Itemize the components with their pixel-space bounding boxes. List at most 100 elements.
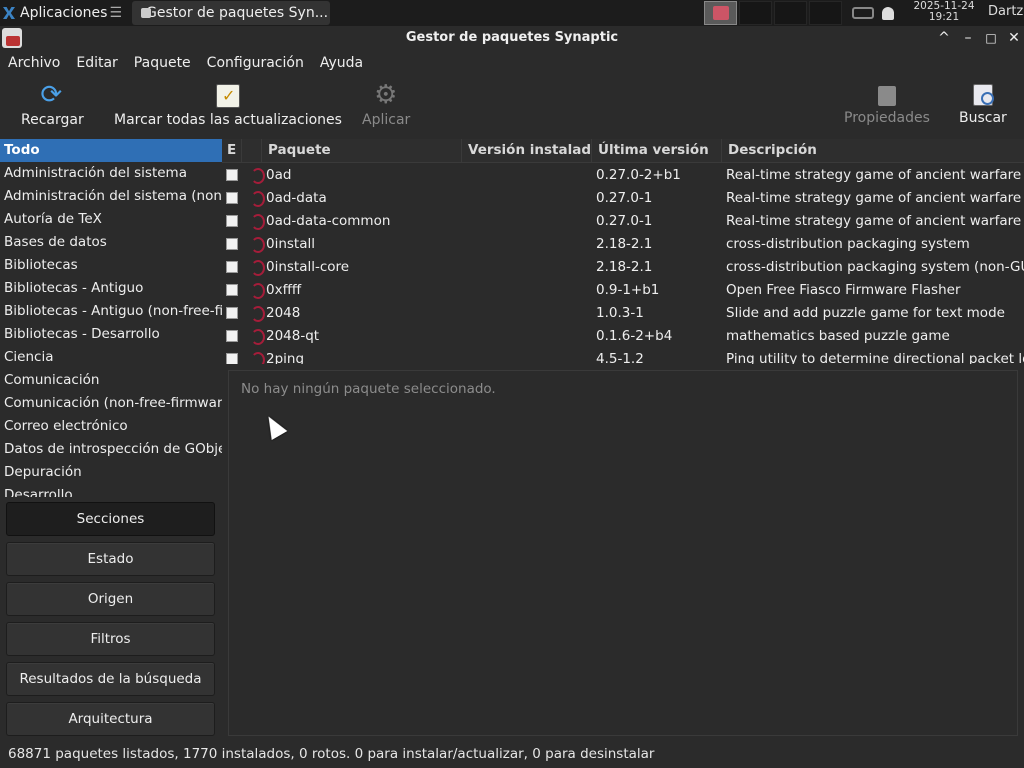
package-checkbox[interactable]	[226, 260, 238, 273]
table-row[interactable]: 0ad-data-common 0.27.0-1 Real-time strateg…	[222, 209, 1024, 232]
section-item[interactable]: Administración del sistema	[0, 162, 222, 185]
latest-version: 4.5-1.2	[596, 350, 644, 365]
section-item[interactable]: Datos de introspección de GObjec	[0, 438, 222, 461]
gear-icon	[374, 80, 398, 110]
section-item[interactable]: Bibliotecas	[0, 254, 222, 277]
section-item[interactable]: Comunicación	[0, 369, 222, 392]
workspace-2[interactable]	[739, 1, 772, 25]
workspace-3[interactable]	[774, 1, 807, 25]
column-header-description[interactable]: Descripción	[722, 139, 1024, 162]
table-row[interactable]: 0install 2.18-2.1 cross-distribution packa…	[222, 232, 1024, 255]
section-item[interactable]: Bibliotecas - Desarrollo	[0, 323, 222, 346]
section-item[interactable]: Bases de datos	[0, 231, 222, 254]
latest-version: 0.27.0-1	[596, 212, 653, 229]
apply-label: Aplicar	[362, 112, 411, 128]
column-header-installed-version[interactable]: Versión instalada	[462, 139, 592, 162]
menu-paquete[interactable]: Paquete	[126, 52, 199, 74]
package-checkbox[interactable]	[226, 237, 238, 250]
minimize-button[interactable]: –	[959, 29, 977, 47]
table-header: E Paquete Versión instalada Última versi…	[222, 139, 1024, 163]
section-item[interactable]: Bibliotecas - Antiguo	[0, 277, 222, 300]
window-titlebar[interactable]: Gestor de paquetes Synaptic ^ – □ ✕	[0, 26, 1024, 50]
origen-button[interactable]: Origen	[6, 582, 215, 616]
sections-list[interactable]: Todo Administración del sistema Administ…	[0, 139, 222, 497]
status-cell	[222, 168, 242, 181]
apply-button[interactable]: Aplicar	[362, 80, 411, 128]
package-checkbox[interactable]	[226, 214, 238, 227]
column-header-package[interactable]: Paquete	[262, 139, 462, 162]
search-button[interactable]: Buscar	[959, 84, 1007, 126]
workspace-1[interactable]	[704, 1, 737, 25]
section-item[interactable]: Ciencia	[0, 346, 222, 369]
applications-label: Aplicaciones	[20, 5, 108, 21]
secciones-button[interactable]: Secciones	[6, 502, 215, 536]
debian-icon	[250, 190, 265, 207]
window-title: Gestor de paquetes Synaptic	[405, 30, 619, 45]
table-row[interactable]: 0xffff 0.9-1+b1 Open Free Fiasco Firmware …	[222, 278, 1024, 301]
package-description: cross-distribution packaging system	[726, 235, 970, 252]
notification-bell-icon[interactable]	[882, 6, 894, 20]
network-icon[interactable]	[852, 7, 874, 19]
table-row[interactable]: 2048-qt 0.1.6-2+b4 mathematics based puzzl…	[222, 324, 1024, 347]
debian-icon	[250, 236, 265, 253]
package-name: 0xffff	[266, 281, 302, 298]
user-menu[interactable]: Dartz	[988, 4, 1023, 19]
table-row[interactable]: 2ping 4.5-1.2 Ping utility to determine di…	[222, 347, 1024, 364]
reload-button[interactable]: Recargar	[21, 80, 84, 128]
menu-glyph: ☰	[109, 5, 123, 21]
status-cell	[222, 191, 242, 204]
package-checkbox[interactable]	[226, 329, 238, 342]
section-item[interactable]: Depuración	[0, 461, 222, 484]
package-description: Real-time strategy game of ancient warfa…	[726, 212, 1024, 229]
system-tray	[852, 0, 906, 26]
section-item[interactable]: Correo electrónico	[0, 415, 222, 438]
package-checkbox[interactable]	[226, 191, 238, 204]
section-item[interactable]: Administración del sistema (non-	[0, 185, 222, 208]
debian-icon	[250, 351, 265, 364]
debian-icon	[250, 305, 265, 322]
applications-menu-button[interactable]: Aplicaciones ☰	[0, 0, 126, 26]
section-item[interactable]: Autoría de TeX	[0, 208, 222, 231]
section-item[interactable]: Comunicación (non-free-firmware	[0, 392, 222, 415]
menu-archivo[interactable]: Archivo	[0, 52, 68, 74]
mark-all-upgrades-button[interactable]: Marcar todas las actualizaciones	[114, 84, 342, 128]
package-table[interactable]: E Paquete Versión instalada Última versi…	[222, 139, 1024, 364]
maximize-button[interactable]: □	[982, 29, 1000, 47]
menu-configuracion[interactable]: Configuración	[199, 52, 312, 74]
section-item[interactable]: Desarrollo	[0, 484, 222, 497]
estado-button[interactable]: Estado	[6, 542, 215, 576]
package-name: 2048-qt	[266, 327, 320, 344]
status-cell	[222, 306, 242, 319]
latest-version: 2.18-2.1	[596, 258, 653, 275]
debian-icon	[250, 213, 265, 230]
resultados-busqueda-button[interactable]: Resultados de la búsqueda	[6, 662, 215, 696]
workspace-4[interactable]	[809, 1, 842, 25]
clock[interactable]: 2025-11-24 19:21	[908, 1, 980, 23]
package-checkbox[interactable]	[226, 168, 238, 181]
menu-ayuda[interactable]: Ayuda	[312, 52, 371, 74]
section-item-todo[interactable]: Todo	[0, 139, 222, 162]
close-button[interactable]: ✕	[1005, 29, 1023, 47]
taskbar-item-synaptic[interactable]: Gestor de paquetes Syn...	[132, 1, 331, 25]
menu-editar[interactable]: Editar	[68, 52, 125, 74]
table-row[interactable]: 2048 1.0.3-1 Slide and add puzzle game for…	[222, 301, 1024, 324]
table-row[interactable]: 0ad 0.27.0-2+b1 Real-time strategy game of…	[222, 163, 1024, 186]
search-icon	[972, 84, 994, 106]
taskbar-item-label: Gestor de paquetes Syn...	[146, 5, 329, 21]
column-header-support[interactable]	[242, 139, 262, 162]
table-row[interactable]: 0ad-data 0.27.0-1 Real-time strategy game …	[222, 186, 1024, 209]
table-row[interactable]: 0install-core 2.18-2.1 cross-distribution …	[222, 255, 1024, 278]
package-checkbox[interactable]	[226, 352, 238, 364]
package-name: 2ping	[266, 350, 305, 365]
properties-button[interactable]: Propiedades	[844, 84, 930, 126]
column-header-latest-version[interactable]: Última versión	[592, 139, 722, 162]
arquitectura-button[interactable]: Arquitectura	[6, 702, 215, 736]
section-item[interactable]: Bibliotecas - Antiguo (non-free-fir	[0, 300, 222, 323]
workspace-switcher	[704, 1, 844, 25]
package-checkbox[interactable]	[226, 283, 238, 296]
column-header-status[interactable]: E	[222, 139, 242, 162]
package-description: Real-time strategy game of ancient warfa…	[726, 166, 1022, 183]
package-checkbox[interactable]	[226, 306, 238, 319]
shade-button[interactable]: ^	[935, 29, 953, 47]
filtros-button[interactable]: Filtros	[6, 622, 215, 656]
